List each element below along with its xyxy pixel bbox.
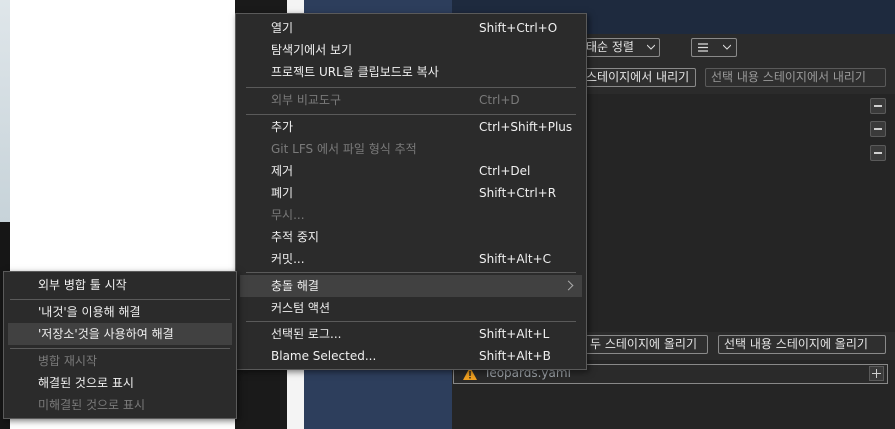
submenu-item-mark-resolved[interactable]: 해결된 것으로 표시 [8, 372, 232, 394]
stage-all-button[interactable]: 두 스테이지에 올리기 [584, 335, 708, 354]
menu-item-label: '내것'을 이용해 해결 [38, 305, 141, 319]
menu-item-stop-tracking[interactable]: 추적 중지 [240, 226, 582, 248]
menu-item-label: 해결된 것으로 표시 [38, 376, 134, 390]
menu-item-label: 충돌 해결 [271, 279, 319, 293]
menu-item-label: 커스텀 액션 [271, 301, 331, 315]
menu-item-label: 외부 병합 툴 시작 [38, 278, 127, 292]
menu-separator [246, 321, 576, 322]
background-image-region [0, 0, 10, 222]
menu-separator [246, 114, 576, 115]
menu-item-remove[interactable]: 제거 Ctrl+Del [240, 160, 582, 182]
menu-item-shortcut: Shift+Ctrl+O [479, 21, 558, 35]
menu-item-shortcut: Ctrl+Shift+Plus [479, 120, 573, 134]
menu-item-show-in-explorer[interactable]: 탐색기에서 보기 [240, 39, 582, 61]
menu-item-ignore: 무시... [240, 204, 582, 226]
menu-item-label: 열기 [271, 21, 294, 35]
submenu-item-mark-unresolved: 미해결된 것으로 표시 [8, 394, 232, 416]
chevron-down-icon [647, 44, 655, 50]
menu-separator [10, 348, 230, 349]
menu-item-shortcut: Ctrl+D [479, 93, 520, 107]
list-icon [698, 43, 708, 52]
menu-item-shortcut: Shift+Alt+C [479, 252, 552, 266]
menu-item-label: 커밋... [271, 252, 305, 266]
view-mode-dropdown[interactable] [691, 38, 737, 57]
context-menu: 열기 Shift+Ctrl+O 탐색기에서 보기 프로젝트 URL을 클립보드로… [235, 13, 587, 370]
stage-all-label: 두 스테이지에 올리기 [590, 337, 697, 351]
menu-separator [246, 87, 576, 88]
menu-item-log-selected[interactable]: 선택된 로그... Shift+Alt+L [240, 323, 582, 345]
menu-item-external-diff: 외부 비교도구 Ctrl+D [240, 89, 582, 111]
menu-item-label: Git LFS 에서 파일 형식 추적 [271, 142, 417, 156]
menu-item-commit[interactable]: 커밋... Shift+Alt+C [240, 248, 582, 270]
menu-item-shortcut: Shift+Alt+L [479, 327, 550, 341]
stage-selected-label: 선택 내용 스테이지에 올리기 [724, 337, 868, 351]
menu-item-label: '저장소'것을 사용하여 해결 [38, 327, 174, 341]
menu-item-label: 프로젝트 URL을 클립보드로 복사 [271, 65, 439, 79]
unstage-all-label: 스테이지에서 내리기 [586, 70, 690, 84]
submenu-item-launch-merge-tool[interactable]: 외부 병합 툴 시작 [8, 274, 232, 296]
menu-item-custom-actions[interactable]: 커스텀 액션 [240, 297, 582, 319]
unstage-selected-label: 선택 내용 스테이지에서 내리기 [711, 70, 866, 84]
menu-item-blame-selected[interactable]: Blame Selected... Shift+Alt+B [240, 345, 582, 367]
submenu-item-resolve-mine[interactable]: '내것'을 이용해 해결 [8, 301, 232, 323]
menu-item-shortcut: Shift+Alt+B [479, 349, 551, 363]
stage-file-button[interactable] [869, 366, 884, 381]
menu-item-label: 제거 [271, 164, 294, 178]
menu-item-lfs-track: Git LFS 에서 파일 형식 추적 [240, 138, 582, 160]
menu-item-label: 추가 [271, 120, 294, 134]
submenu-item-restart-merge: 병합 재시작 [8, 350, 232, 372]
menu-item-label: Blame Selected... [271, 349, 377, 363]
menu-item-discard[interactable]: 폐기 Shift+Ctrl+R [240, 182, 582, 204]
menu-item-label: 선택된 로그... [271, 327, 342, 341]
chevron-right-icon [563, 280, 574, 291]
menu-item-label: 무시... [271, 208, 305, 222]
menu-item-open[interactable]: 열기 Shift+Ctrl+O [240, 17, 582, 39]
menu-item-label: 탐색기에서 보기 [271, 43, 353, 57]
sort-dropdown-label: 태순 정렬 [586, 40, 634, 54]
unstage-file-button[interactable] [870, 121, 886, 137]
unstage-selected-button[interactable]: 선택 내용 스테이지에서 내리기 [705, 68, 886, 87]
menu-item-label: 병합 재시작 [38, 354, 98, 368]
submenu-item-resolve-theirs[interactable]: '저장소'것을 사용하여 해결 [8, 323, 232, 345]
menu-item-resolve-conflicts[interactable]: 충돌 해결 [240, 275, 582, 297]
menu-item-label: 추적 중지 [271, 230, 319, 244]
unstage-file-button[interactable] [870, 145, 886, 161]
unstage-file-button[interactable] [870, 98, 886, 114]
menu-item-label: 외부 비교도구 [271, 93, 342, 107]
menu-item-add[interactable]: 추가 Ctrl+Shift+Plus [240, 116, 582, 138]
menu-item-label: 폐기 [271, 186, 294, 200]
chevron-down-icon [723, 44, 731, 50]
menu-separator [246, 272, 576, 273]
menu-item-shortcut: Shift+Ctrl+R [479, 186, 557, 200]
unstage-all-button[interactable]: 스테이지에서 내리기 [580, 68, 696, 87]
menu-separator [10, 299, 230, 300]
menu-item-label: 미해결된 것으로 표시 [38, 398, 145, 412]
menu-item-copy-url[interactable]: 프로젝트 URL을 클립보드로 복사 [240, 61, 582, 83]
sort-dropdown[interactable]: 태순 정렬 [580, 38, 660, 57]
stage-selected-button[interactable]: 선택 내용 스테이지에 올리기 [718, 335, 886, 354]
resolve-conflicts-submenu: 외부 병합 툴 시작 '내것'을 이용해 해결 '저장소'것을 사용하여 해결 … [3, 271, 237, 419]
menu-item-shortcut: Ctrl+Del [479, 164, 531, 178]
